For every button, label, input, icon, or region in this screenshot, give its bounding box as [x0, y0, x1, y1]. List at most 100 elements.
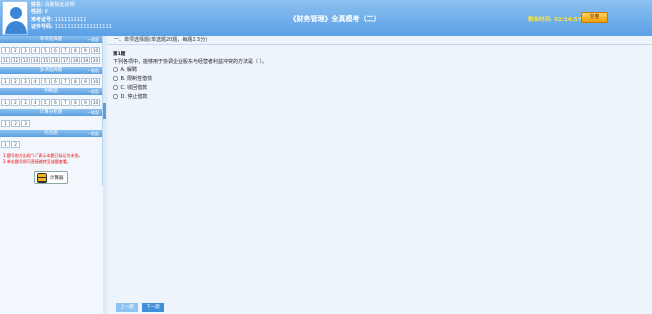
question-cell[interactable]: 9 — [81, 98, 90, 106]
candidate-avatar — [2, 1, 28, 35]
section-header[interactable]: 计算分析题 一收起 — [0, 109, 102, 116]
question-cell[interactable]: 1 — [1, 119, 10, 127]
navigator-notes: 1.题号前方出现“☐”表示本题已标记为未答。 2.单击题号即可直接跳转至该题查看… — [0, 151, 102, 166]
previous-question-button[interactable]: 上一题 — [116, 303, 138, 312]
submit-exam-button[interactable]: 交卷 — [581, 12, 608, 23]
question-cell[interactable]: 10 — [91, 46, 100, 54]
question-cell[interactable]: 1 — [1, 140, 10, 148]
question-cell[interactable]: 16 — [51, 56, 60, 64]
question-cell[interactable]: 4 — [31, 98, 40, 106]
sidebar-resize-handle[interactable] — [103, 103, 106, 119]
exam-title: 《财务管理》全真模考（二） — [289, 15, 381, 23]
question-cell[interactable]: 12 — [11, 56, 20, 64]
question-panel: 一、单项选择题(单选题20题，每题2.5分) 第1题 下列各项中，能够用于协调企… — [107, 36, 652, 314]
question-cell[interactable]: 3 — [21, 119, 31, 127]
question-cell[interactable]: 8 — [71, 77, 80, 85]
question-cell[interactable]: 1 — [1, 77, 10, 85]
question-cell[interactable]: 4 — [31, 46, 40, 54]
option-text: 限制性借债 — [127, 76, 153, 82]
question-cell[interactable]: 11 — [1, 56, 10, 64]
question-cell[interactable]: 10 — [91, 77, 100, 85]
question-cell[interactable]: 1 — [1, 98, 10, 106]
question-cell[interactable]: 5 — [41, 77, 50, 85]
question-cell[interactable]: 7 — [61, 98, 70, 106]
exam-header: 姓名: 请删除此说明 性别: 8 准考证号: 1111111111 证件号码: … — [0, 0, 652, 36]
question-cell[interactable]: 7 — [61, 46, 70, 54]
candidate-admission-no: 准考证号: 1111111111 — [31, 16, 87, 23]
question-cell[interactable]: 1 — [1, 46, 10, 54]
section-multiple-choice: 多项选择题 一收起 1 2 3 4 5 6 7 8 9 10 — [0, 67, 102, 88]
option-c[interactable]: C. 收回借款 — [113, 84, 147, 91]
section-header[interactable]: 综合题 一收起 — [0, 130, 102, 137]
timer-value: 02:14:57 — [554, 17, 582, 23]
option-text: 停止借款 — [127, 94, 148, 100]
question-cell[interactable]: 8 — [71, 46, 80, 54]
question-cell[interactable]: 4 — [31, 77, 40, 85]
question-cell[interactable]: 6 — [51, 98, 60, 106]
question-number: 第1题 — [113, 52, 126, 57]
next-question-button[interactable]: 下一题 — [142, 303, 164, 312]
radio-button[interactable] — [113, 76, 118, 81]
option-key: A. — [120, 66, 126, 73]
option-key: C. — [120, 84, 126, 91]
option-text: 解聘 — [127, 67, 138, 73]
question-cell[interactable]: 2 — [11, 119, 21, 127]
question-cell[interactable]: 13 — [21, 56, 30, 64]
section-comprehensive: 综合题 一收起 1 2 — [0, 130, 102, 151]
calculator-button[interactable]: 计算器 — [34, 171, 68, 184]
calculator-label: 计算器 — [50, 175, 64, 181]
option-text: 收回借款 — [127, 85, 148, 91]
question-cell[interactable]: 19 — [81, 56, 90, 64]
section-single-choice: 单项选择题 一收起 1 2 3 4 5 6 7 8 9 10 11 12 13 1… — [0, 36, 102, 67]
option-key: B. — [120, 75, 126, 82]
timer-label: 剩余时间: — [528, 17, 553, 23]
question-cell[interactable]: 14 — [31, 56, 40, 64]
question-cell[interactable]: 17 — [61, 56, 70, 64]
section-calculation: 计算分析题 一收起 1 2 3 — [0, 109, 102, 130]
question-cell[interactable]: 3 — [21, 98, 30, 106]
question-cell[interactable]: 18 — [71, 56, 80, 64]
sidebar-blank-area — [0, 186, 103, 314]
question-cell[interactable]: 8 — [71, 98, 80, 106]
candidate-info: 姓名: 请删除此说明 性别: 8 准考证号: 1111111111 证件号码: … — [31, 2, 112, 31]
note-line: 2.单击题号即可直接跳转至该题查看。 — [3, 158, 71, 164]
radio-button[interactable] — [113, 85, 118, 90]
question-cell[interactable]: 5 — [41, 98, 50, 106]
section-header[interactable]: 单项选择题 一收起 — [0, 36, 102, 43]
question-cell[interactable]: 6 — [51, 46, 60, 54]
question-cell[interactable]: 2 — [11, 46, 20, 54]
collapse-toggle[interactable]: 一收起 — [87, 130, 99, 137]
question-cell[interactable]: 15 — [41, 56, 50, 64]
question-cell[interactable]: 9 — [81, 46, 90, 54]
countdown-timer: 剩余时间: 02:14:57 — [528, 15, 582, 23]
section-true-false: 判断题 一收起 1 2 3 4 5 6 7 8 9 10 — [0, 88, 102, 109]
candidate-id-no: 证件号码: 111111111111111111 — [31, 23, 112, 30]
radio-button[interactable] — [113, 94, 118, 99]
option-d[interactable]: D. 停止借款 — [113, 93, 148, 100]
collapse-toggle[interactable]: 一收起 — [87, 67, 99, 74]
question-cell[interactable]: 3 — [21, 77, 30, 85]
question-cell[interactable]: 6 — [51, 77, 60, 85]
question-cell[interactable]: 2 — [11, 77, 20, 85]
collapse-toggle[interactable]: 一收起 — [87, 36, 99, 43]
collapse-toggle[interactable]: 一收起 — [87, 88, 99, 95]
radio-button[interactable] — [113, 67, 118, 72]
question-cell[interactable]: 20 — [91, 56, 100, 64]
option-b[interactable]: B. 限制性借债 — [113, 75, 152, 82]
question-cell[interactable]: 5 — [41, 46, 50, 54]
candidate-gender: 性别: 8 — [31, 9, 48, 16]
question-cell[interactable]: 7 — [61, 77, 70, 85]
question-cell[interactable]: 3 — [21, 46, 30, 54]
option-key: D. — [120, 93, 126, 100]
question-cell[interactable]: 9 — [81, 77, 90, 85]
question-text: 下列各项中，能够用于协调企业股东与经营者利益冲突的方法是（ ）。 — [113, 59, 268, 65]
collapse-toggle[interactable]: 一收起 — [87, 109, 99, 116]
question-navigator: 单项选择题 一收起 1 2 3 4 5 6 7 8 9 10 11 12 13 1… — [0, 36, 103, 314]
option-a[interactable]: A. 解聘 — [113, 66, 137, 73]
question-cell[interactable]: 2 — [11, 140, 21, 148]
question-cell[interactable]: 2 — [11, 98, 20, 106]
section-header[interactable]: 多项选择题 一收起 — [0, 67, 102, 74]
section-header[interactable]: 判断题 一收起 — [0, 88, 102, 95]
section-title: 一、单项选择题(单选题20题，每题2.5分) — [107, 36, 652, 45]
question-cell[interactable]: 10 — [91, 98, 100, 106]
